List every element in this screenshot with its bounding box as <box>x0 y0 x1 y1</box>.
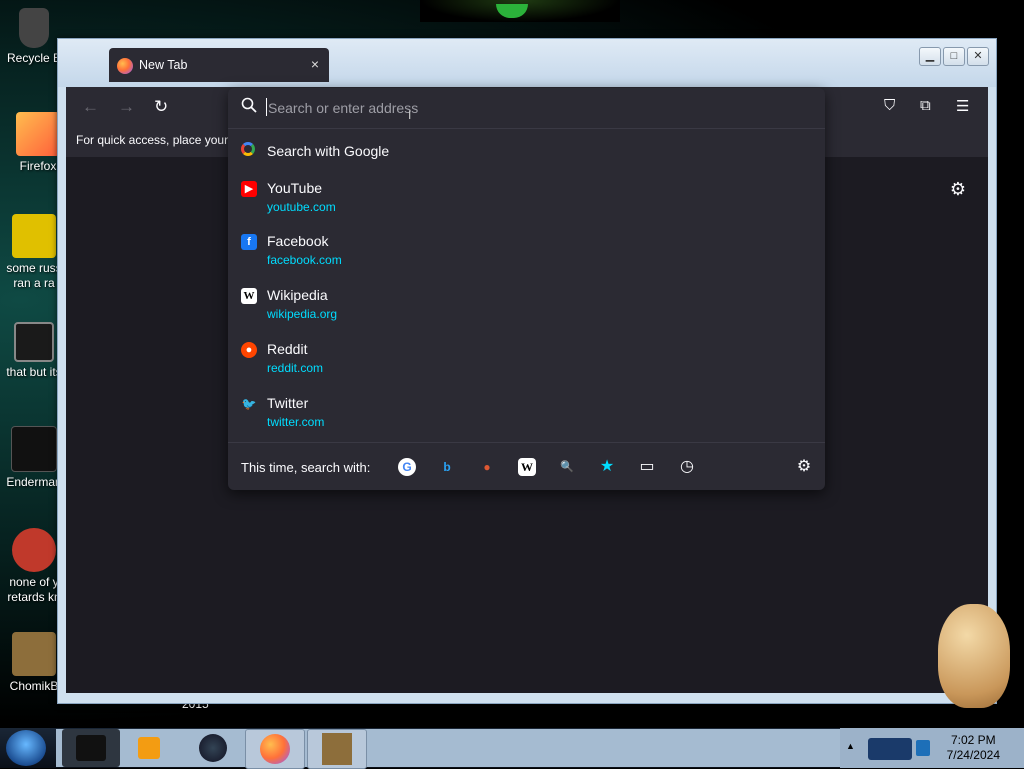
taskbar-app-firefox[interactable] <box>245 729 305 769</box>
duckduckgo-engine-icon[interactable]: ● <box>478 458 496 476</box>
youtube-icon: ▶ <box>241 181 257 197</box>
tray-network-icon[interactable] <box>868 738 912 760</box>
desktop-icon-label: Firefox <box>19 159 57 173</box>
bookmarks-star-icon[interactable]: ★ <box>598 458 616 476</box>
extensions-icon[interactable]: ⧉ <box>920 97 931 114</box>
taskbar-app-globe[interactable] <box>184 729 242 767</box>
search-icon <box>241 97 257 113</box>
taskbar-app-1[interactable] <box>62 729 120 767</box>
firefox-icon <box>260 734 290 764</box>
desktop-icon-label: Enderman <box>6 475 62 489</box>
reload-button[interactable]: ↻ <box>154 97 168 117</box>
address-input[interactable] <box>266 97 800 119</box>
enderman-icon <box>11 426 57 472</box>
window-stack-icon <box>14 322 54 362</box>
hamster-image <box>938 604 1010 708</box>
reddit-icon: ● <box>241 342 257 358</box>
tabs-icon[interactable]: ▭ <box>638 458 656 476</box>
taskbar-app-media[interactable] <box>120 729 178 767</box>
minimize-button[interactable]: ▁ <box>919 47 941 66</box>
suggestion-name: Facebook <box>267 233 329 249</box>
suggestion-wikipedia[interactable]: W Wikipedia wikipedia.org <box>234 282 819 332</box>
suggestion-name: Wikipedia <box>267 287 328 303</box>
tab-new-tab[interactable]: New Tab × <box>109 48 329 82</box>
tray-volume-icon[interactable] <box>916 740 930 756</box>
search-settings-icon[interactable]: ⚙ <box>795 458 813 476</box>
bing-engine-icon[interactable]: b <box>438 458 456 476</box>
suggestion-url: facebook.com <box>267 253 342 267</box>
text-caret <box>266 98 267 116</box>
facebook-icon: f <box>241 234 257 250</box>
search-shortcuts-bar: This time, search with: G b ● W 🔍 ★ ▭ ◷ … <box>228 442 825 491</box>
suggestion-name: Reddit <box>267 341 308 357</box>
taskbar: ▲ 7:02 PM 7/24/2024 <box>0 728 1024 769</box>
recycle-bin-icon <box>19 8 49 48</box>
suggestion-name: YouTube <box>267 180 323 196</box>
maximize-button[interactable]: □ <box>943 47 965 66</box>
suggestion-name: Twitter <box>267 395 309 411</box>
globe-icon <box>199 734 227 762</box>
taskbar-app-chomik[interactable] <box>307 729 367 769</box>
suggestion-url: twitter.com <box>267 415 325 429</box>
suggestion-url: reddit.com <box>267 361 324 375</box>
back-button[interactable]: ← <box>82 97 99 117</box>
search-with-label: This time, search with: <box>241 460 371 475</box>
desktop-icon-label: some russ ran a ra <box>6 261 62 290</box>
search-engine-icon[interactable]: 🔍 <box>558 458 576 476</box>
file-icon <box>12 214 56 258</box>
tab-close-icon[interactable]: × <box>311 56 319 72</box>
history-clock-icon[interactable]: ◷ <box>678 458 696 476</box>
clock-date: 7/24/2024 <box>946 748 1000 762</box>
media-player-icon <box>138 737 160 759</box>
title-bar: New Tab × ▁ □ ✕ <box>58 39 996 87</box>
suggestion-twitter[interactable]: 🐦 Twitter twitter.com <box>234 390 819 440</box>
ibeam-cursor-icon: I <box>408 108 412 122</box>
google-icon <box>241 142 255 156</box>
clock[interactable]: 7:02 PM 7/24/2024 <box>947 733 1000 763</box>
tab-title: New Tab <box>139 58 188 72</box>
bookmarks-hint: For quick access, place your b <box>76 133 239 147</box>
desktop-icon-label: that but its <box>6 365 62 379</box>
suggestion-reddit[interactable]: ● Reddit reddit.com <box>234 336 819 386</box>
hamster-icon <box>12 632 56 676</box>
address-bar-dropdown: I Search with Google ▶ YouTube youtube.c… <box>228 88 825 490</box>
suggestion-url: youtube.com <box>267 200 336 214</box>
address-bar[interactable]: I <box>228 88 825 129</box>
suggestion-url: wikipedia.org <box>267 307 338 321</box>
google-engine-icon[interactable]: G <box>398 458 416 476</box>
firefox-icon <box>16 112 60 156</box>
firefox-icon <box>117 58 133 74</box>
customize-settings-icon[interactable]: ⚙ <box>950 179 966 200</box>
desktop-icon-label: ChomikB <box>9 679 59 693</box>
pocket-icon[interactable]: ⛉ <box>884 97 895 114</box>
tray-expand-arrow-icon[interactable]: ▲ <box>846 741 855 751</box>
suggestion-youtube[interactable]: ▶ YouTube youtube.com <box>234 175 819 225</box>
wikipedia-icon: W <box>241 288 257 304</box>
close-window-button[interactable]: ✕ <box>967 47 989 66</box>
red-circle-icon <box>12 528 56 572</box>
black-box-icon <box>76 735 106 761</box>
app-menu-icon[interactable]: ☰ <box>956 97 969 115</box>
desktop-icon-label: none of y retards kn <box>7 575 61 604</box>
clock-time: 7:02 PM <box>950 733 996 747</box>
suggestion-facebook[interactable]: f Facebook facebook.com <box>234 228 819 278</box>
search-with-google-label: Search with Google <box>267 143 390 159</box>
wikipedia-engine-icon[interactable]: W <box>518 458 536 476</box>
search-with-google-item[interactable]: Search with Google <box>234 136 819 166</box>
twitter-icon: 🐦 <box>241 397 257 411</box>
hamster-icon <box>322 733 352 765</box>
start-button[interactable] <box>6 730 46 766</box>
system-tray: ▲ 7:02 PM 7/24/2024 <box>840 728 1024 768</box>
desktop-icon-label: Recycle B <box>6 51 62 65</box>
forward-button[interactable]: → <box>118 97 135 117</box>
